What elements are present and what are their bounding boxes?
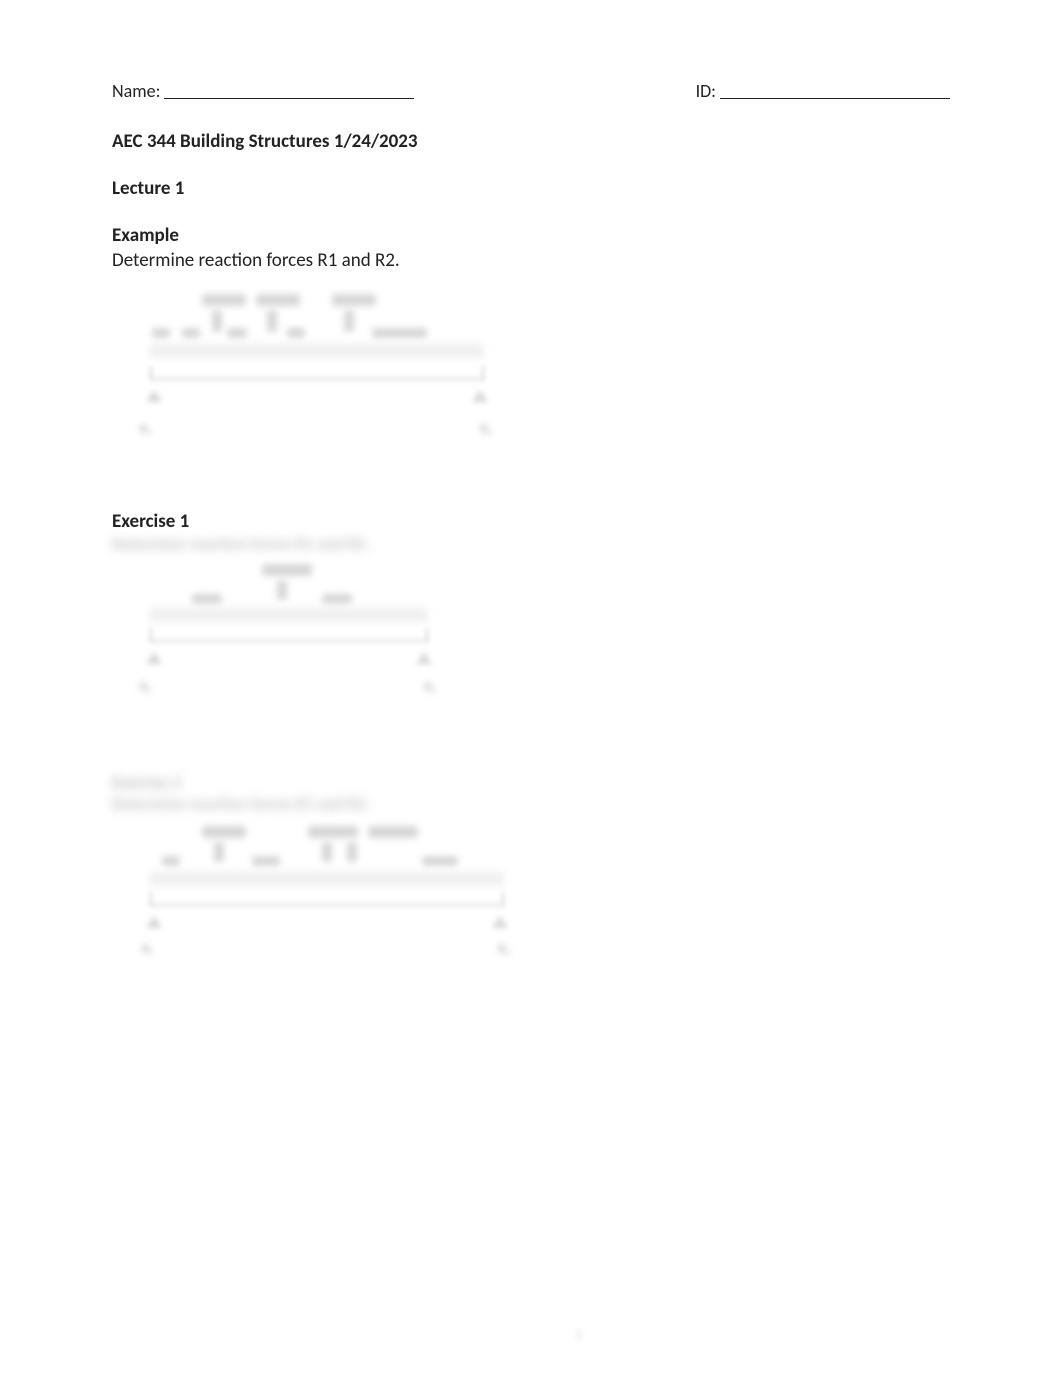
dim-text-blob (192, 594, 222, 604)
support-left-icon (146, 916, 162, 928)
load-arrow-blob (344, 310, 354, 332)
name-label: Name: (112, 80, 160, 102)
reaction-r2-label: R₂ (424, 680, 436, 695)
support-left-icon (146, 390, 162, 402)
lecture-label: Lecture 1 (112, 177, 950, 200)
support-right-icon (472, 390, 488, 402)
support-right-icon (416, 652, 432, 664)
load-label-blob (202, 826, 246, 838)
exercise1-diagram: R₁ R₂ (122, 562, 452, 732)
reaction-r2-label: R₂ (498, 942, 510, 957)
dim-text-blob (287, 328, 305, 338)
support-right-icon (492, 916, 508, 928)
dim-text-blob (252, 856, 280, 866)
example-instruction: Determine reaction forces R1 and R2. (112, 249, 950, 272)
exercise1-instruction-blurred: Determine reaction forces R1 and R2. (112, 535, 950, 554)
overall-dim-line (150, 378, 484, 380)
dim-text-blob (372, 328, 427, 338)
overall-dim-line (150, 640, 428, 642)
dim-text-blob (322, 594, 352, 604)
dim-text-blob (182, 328, 200, 338)
name-field: Name: (112, 80, 414, 102)
exercise2-heading-blurred: Exercise 2 (112, 772, 950, 793)
load-arrow-blob (347, 842, 357, 862)
load-arrow-blob (212, 310, 222, 332)
reaction-r2-label: R₂ (480, 422, 492, 437)
dim-tick (150, 366, 152, 380)
load-label-blob (308, 826, 358, 838)
example-heading: Example (112, 224, 950, 247)
name-blank-line (164, 98, 414, 99)
load-arrow-blob (322, 842, 332, 862)
beam (150, 344, 484, 358)
exercise2-diagram: R₁ R₂ (122, 822, 522, 992)
reaction-r1-label: R₁ (142, 942, 153, 957)
dim-text-blob (162, 856, 180, 866)
load-label-blob (256, 294, 300, 306)
reaction-r1-label: R₁ (140, 422, 151, 437)
dim-text-blob (152, 328, 170, 338)
dim-text-blob (422, 856, 458, 866)
load-label-blob (368, 826, 418, 838)
id-blank-line (720, 98, 950, 99)
dim-tick (150, 892, 152, 906)
overall-dim-line (150, 904, 504, 906)
course-title: AEC 344 Building Structures 1/24/2023 (112, 130, 950, 153)
example-diagram: R₁ R₂ (122, 290, 502, 470)
load-label-blob (202, 294, 246, 306)
beam (150, 608, 428, 622)
load-arrow-blob (277, 580, 287, 600)
id-field: ID: (696, 80, 950, 102)
dim-text-blob (227, 328, 247, 338)
id-label: ID: (696, 80, 716, 102)
load-arrow-blob (214, 842, 224, 862)
page-number: 1 (575, 1328, 582, 1343)
beam (150, 872, 504, 886)
dim-tick (426, 628, 428, 642)
dim-tick (150, 628, 152, 642)
dim-tick (482, 366, 484, 380)
support-left-icon (146, 652, 162, 664)
exercise2-instruction-blurred: Determine reaction forces R1 and R2. (112, 795, 950, 814)
exercise1-section: Exercise 1 Determine reaction forces R1 … (112, 510, 950, 732)
example-section: Example Determine reaction forces R1 and… (112, 224, 950, 470)
load-arrow-blob (267, 310, 277, 332)
dim-tick (502, 892, 504, 906)
exercise2-section: Exercise 2 Determine reaction forces R1 … (112, 772, 950, 992)
header-row: Name: ID: (112, 80, 950, 102)
load-label-blob (262, 564, 312, 576)
load-label-blob (332, 294, 376, 306)
exercise1-heading: Exercise 1 (112, 510, 950, 533)
reaction-r1-label: R₁ (140, 680, 151, 695)
